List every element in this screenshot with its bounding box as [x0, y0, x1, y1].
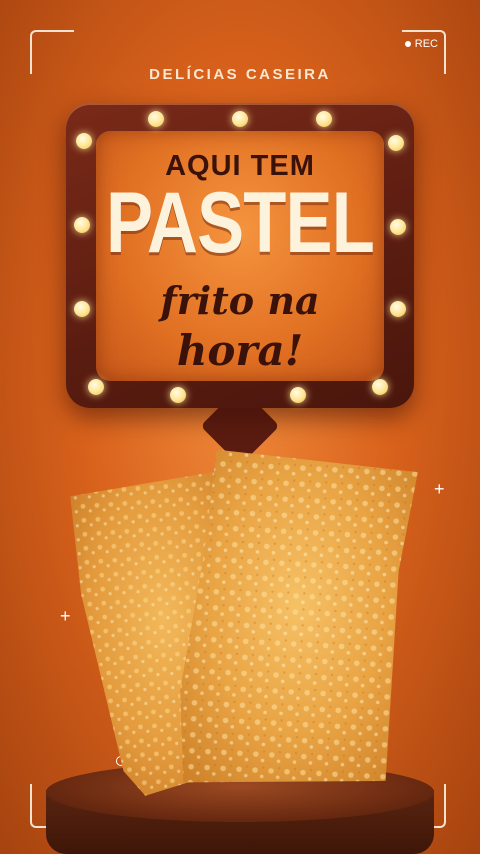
marquee-bulb-icon: [148, 111, 164, 127]
rec-indicator: REC: [404, 38, 438, 50]
headline-script-line-2: hora!: [176, 326, 304, 375]
marquee-bulb-icon: [372, 379, 388, 395]
headline-script-line-1: frito na: [160, 278, 320, 323]
marquee-bulb-icon: [316, 111, 332, 127]
sparkle-icon: +: [60, 606, 71, 626]
marquee-bulb-icon: [170, 387, 186, 403]
brand-title: DELÍCIAS CASEIRA: [149, 66, 331, 83]
rec-label: REC: [414, 38, 438, 50]
marquee-bulb-icon: [388, 135, 404, 151]
headline-main: PASTEL: [105, 175, 375, 271]
marquee-bulb-icon: [290, 387, 306, 403]
pastel-image-front: [180, 449, 418, 783]
marquee-bulb-icon: [88, 379, 104, 395]
sparkle-icon: +: [434, 479, 445, 499]
marquee-bulb-icon: [232, 111, 248, 127]
rec-dot-icon: [404, 41, 411, 47]
marquee-bulb-icon: [76, 133, 92, 149]
